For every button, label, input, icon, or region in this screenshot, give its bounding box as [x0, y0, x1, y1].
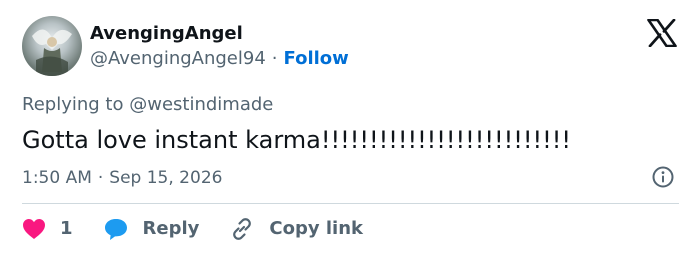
separator-dot: ·	[97, 168, 104, 188]
like-button[interactable]: 1	[22, 218, 73, 240]
tweet-time: 1:50 AM	[22, 168, 92, 188]
display-name[interactable]: AvengingAngel	[90, 23, 243, 45]
speech-bubble-icon	[104, 219, 127, 240]
avatar[interactable]	[22, 16, 82, 76]
copy-link-button[interactable]: Copy link	[229, 216, 363, 242]
reply-button[interactable]: Reply	[103, 217, 200, 241]
x-logo-icon[interactable]	[647, 18, 677, 48]
reply-mention-link[interactable]: @westindimade	[129, 94, 273, 115]
link-icon	[233, 218, 252, 240]
avatar-image	[32, 29, 72, 76]
separator-dot: ·	[271, 48, 278, 69]
action-bar: 1 Reply Copy link	[22, 216, 363, 242]
follow-button[interactable]: Follow	[284, 48, 349, 69]
like-count: 1	[60, 218, 73, 239]
timestamp-link[interactable]: 1:50 AM · Sep 15, 2026	[22, 167, 222, 189]
handle-line: @AvengingAngel94 · Follow	[90, 48, 349, 70]
info-icon[interactable]	[651, 165, 675, 189]
copy-link-label: Copy link	[269, 218, 363, 239]
reply-label: Reply	[142, 218, 200, 239]
heart-icon	[23, 219, 45, 239]
tweet-date: Sep 15, 2026	[109, 168, 223, 188]
reply-prefix: Replying to	[22, 94, 124, 115]
tweet-text: Gotta love instant karma!!!!!!!!!!!!!!!!…	[22, 126, 571, 154]
user-handle[interactable]: @AvengingAngel94	[90, 48, 266, 69]
reply-context: Replying to @westindimade	[22, 94, 273, 116]
divider	[22, 203, 679, 204]
